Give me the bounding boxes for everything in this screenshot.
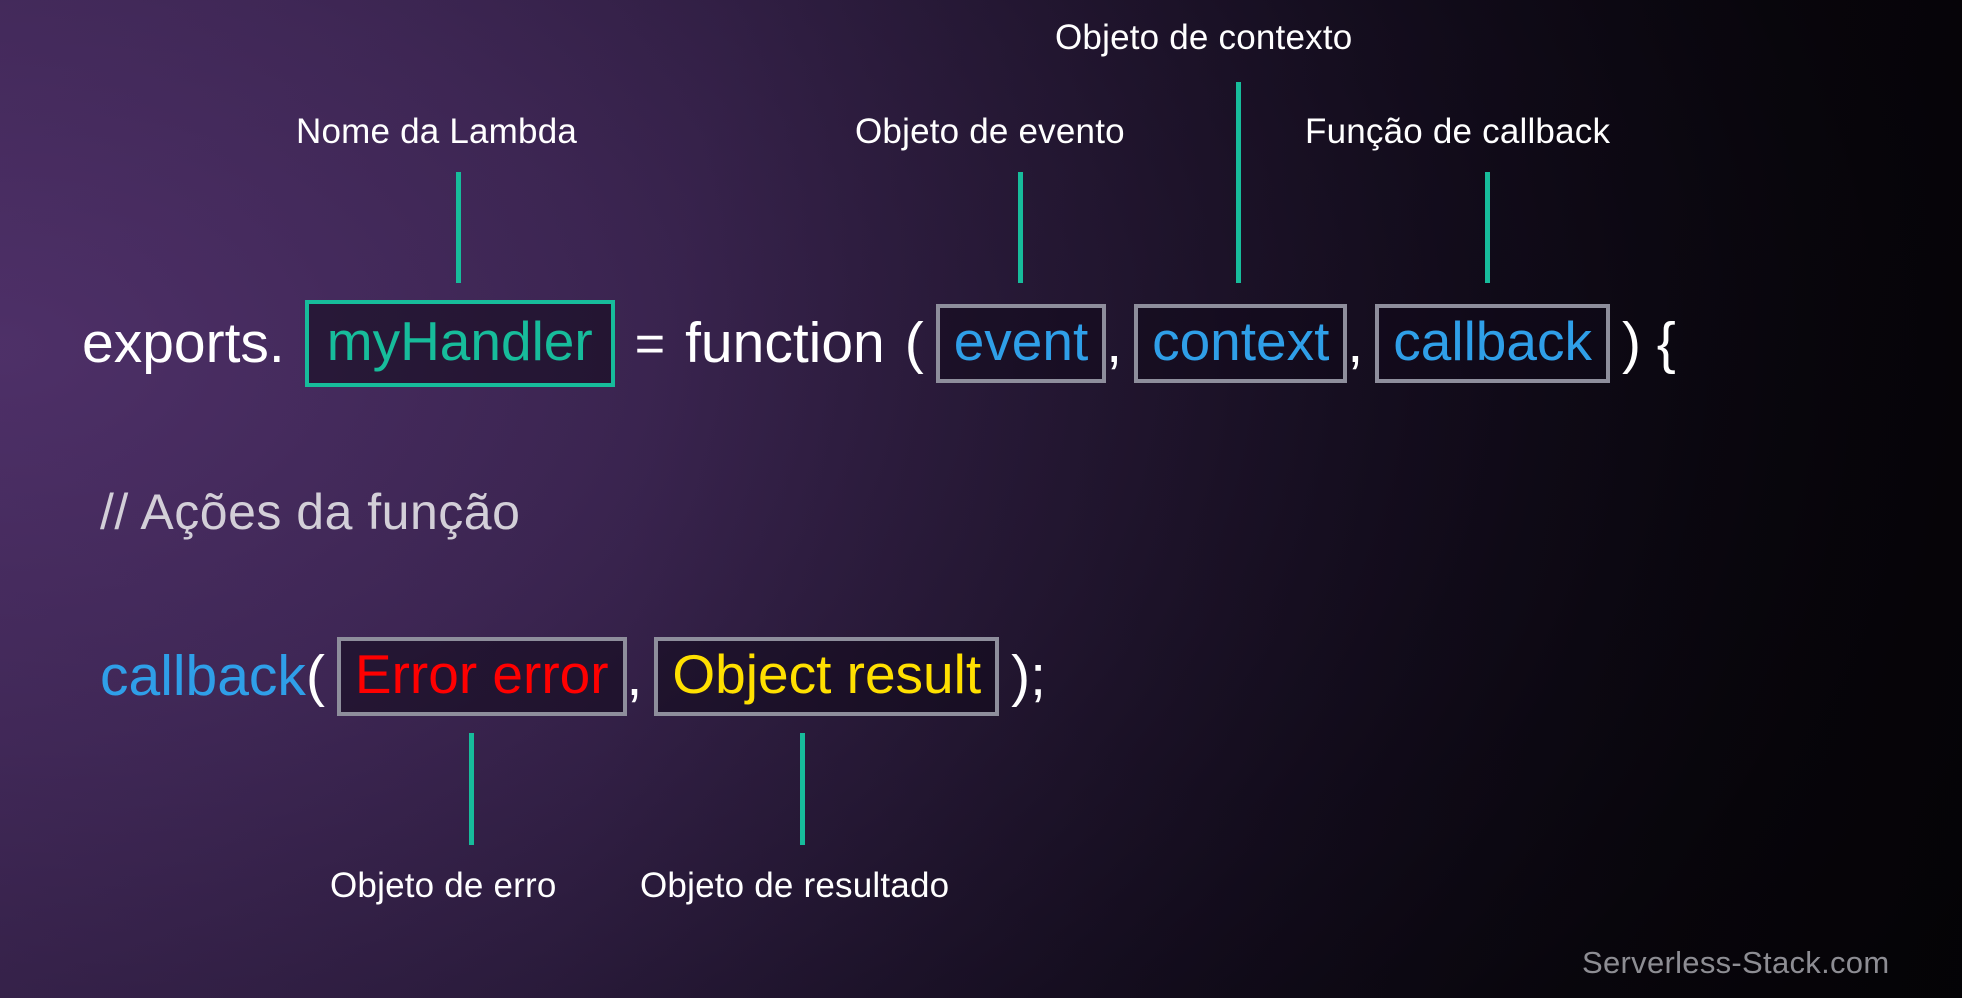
code-box-param-callback: callback bbox=[1375, 304, 1610, 383]
annotation-label-error-object: Objeto de erro bbox=[330, 866, 557, 905]
code-box-arg-error: Error error bbox=[336, 637, 627, 716]
code-token-exports-prefix: exports. bbox=[82, 311, 285, 375]
annotation-label-event-object: Objeto de evento bbox=[855, 112, 1125, 151]
code-token-comma-2: , bbox=[1347, 311, 1364, 375]
code-token-callback-open-paren: ( bbox=[305, 644, 325, 708]
diagram-canvas: Objeto de contexto Nome da Lambda Objeto… bbox=[0, 0, 1962, 998]
code-token-equals: = bbox=[634, 314, 666, 373]
annotation-label-lambda-name: Nome da Lambda bbox=[296, 112, 578, 151]
annotation-label-callback-function: Função de callback bbox=[1305, 112, 1611, 151]
connector-line-callback-function bbox=[1485, 172, 1490, 283]
code-comment-function-actions: // Ações da função bbox=[100, 484, 521, 540]
annotation-label-result-object: Objeto de resultado bbox=[640, 866, 950, 905]
code-token-callback-callee: callback bbox=[100, 644, 306, 708]
code-box-handler-name: myHandler bbox=[304, 300, 615, 387]
code-token-function-keyword: function bbox=[685, 311, 885, 375]
connector-line-result-object bbox=[800, 733, 805, 845]
code-token-callback-comma: , bbox=[626, 644, 643, 708]
code-token-callback-close: ); bbox=[1011, 644, 1046, 708]
code-token-comma-1: , bbox=[1106, 311, 1123, 375]
connector-line-context-object bbox=[1236, 82, 1241, 283]
code-line-callback-invocation: callback ( Error error , Object result )… bbox=[100, 637, 1046, 716]
code-token-close-brace: ) { bbox=[1621, 311, 1676, 375]
code-box-arg-result: Object result bbox=[654, 637, 1000, 716]
code-box-param-context: context bbox=[1134, 304, 1348, 383]
annotation-label-context-object: Objeto de contexto bbox=[1055, 18, 1353, 57]
code-token-open-paren: ( bbox=[904, 311, 924, 375]
code-line-handler-signature: exports. myHandler = function ( event , … bbox=[82, 300, 1676, 387]
connector-line-error-object bbox=[469, 733, 474, 845]
watermark-serverless-stack: Serverless-Stack.com bbox=[1582, 945, 1890, 980]
connector-line-lambda-name bbox=[456, 172, 461, 283]
connector-line-event-object bbox=[1018, 172, 1023, 283]
code-box-param-event: event bbox=[935, 304, 1107, 383]
